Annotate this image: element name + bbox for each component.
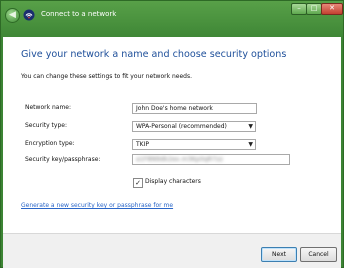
security-type-value: WPA-Personal (recommended) [136,123,227,130]
close-icon[interactable]: ✕ [321,3,343,15]
encryption-type-select[interactable]: TKIP ▼ [132,139,256,150]
display-characters-label: Display characters [145,178,201,185]
network-name-label: Network name: [25,104,71,111]
maximize-icon[interactable]: □ [306,3,322,15]
wireless-network-icon [23,9,35,21]
encryption-type-label: Encryption type: [25,140,75,147]
window-title: Connect to a network [41,10,117,18]
security-key-label: Security key/passphrase: [25,156,101,163]
page-subtext: You can change these settings to fit you… [21,73,192,80]
display-characters-checkbox[interactable]: ✓ [133,178,143,188]
cancel-button[interactable]: Cancel [300,247,337,262]
network-name-input[interactable]: John Doe's home network [132,103,257,114]
title-bar: ◀ Connect to a network – □ ✕ [1,1,343,37]
minimize-icon[interactable]: – [291,3,307,15]
security-key-input[interactable]: a1F8N9dk2ex.m3Kp0qR7zz [132,154,290,165]
dropdown-arrow-icon: ▼ [248,123,253,130]
dropdown-arrow-icon: ▼ [248,141,253,148]
security-type-label: Security type: [25,122,67,129]
security-type-select[interactable]: WPA-Personal (recommended) ▼ [132,121,256,132]
encryption-type-value: TKIP [136,141,149,148]
back-arrow-icon[interactable]: ◀ [5,8,20,23]
wizard-content: Give your network a name and choose secu… [3,37,341,233]
generate-key-link[interactable]: Generate a new security key or passphras… [21,202,173,209]
button-bar: Next Cancel [3,233,341,268]
page-heading: Give your network a name and choose secu… [21,49,287,60]
connect-to-network-window: ◀ Connect to a network – □ ✕ Give your n… [0,0,344,268]
security-key-value: a1F8N9dk2ex.m3Kp0qR7zz [136,156,223,163]
next-button[interactable]: Next [261,247,297,262]
